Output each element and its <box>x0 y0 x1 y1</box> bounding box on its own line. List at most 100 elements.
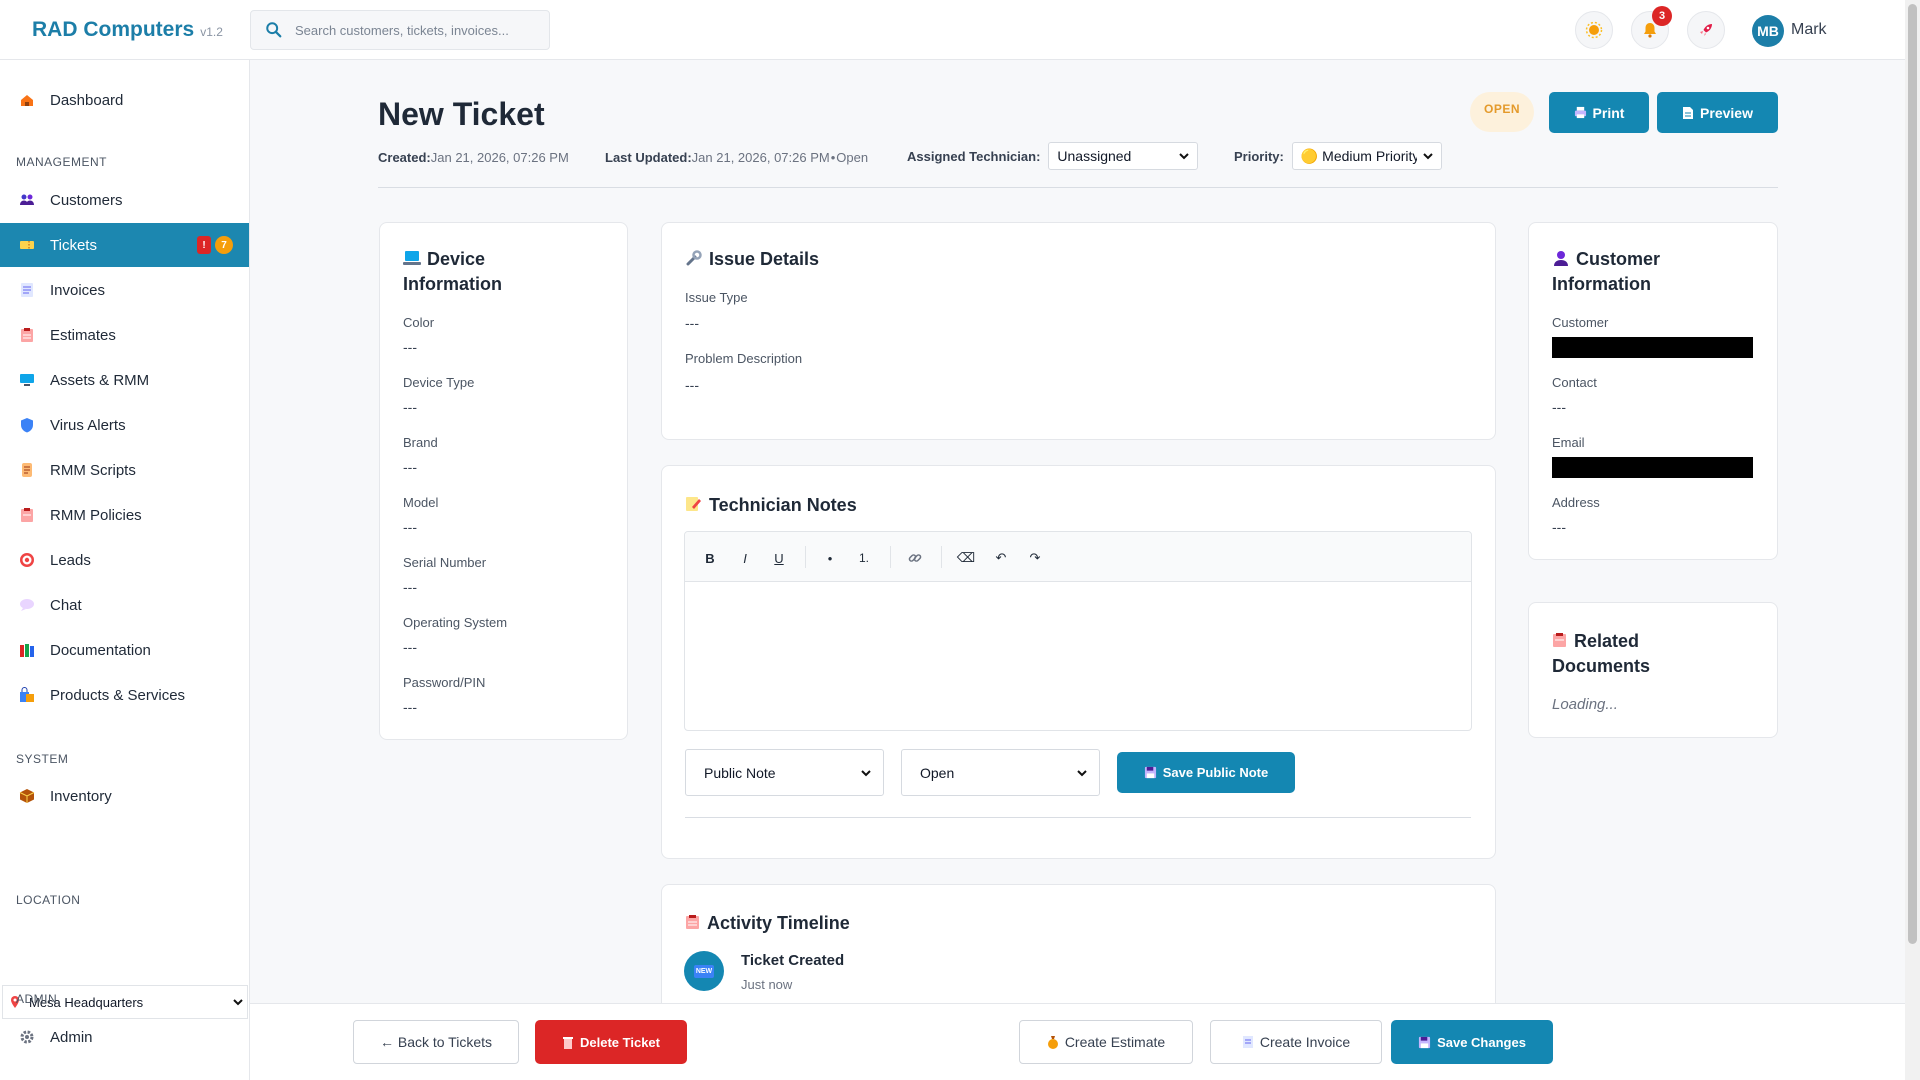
page-scrollbar[interactable] <box>1905 0 1920 1080</box>
chevron-down-icon <box>861 769 871 776</box>
sidebar-item-leads[interactable]: Leads <box>0 538 249 582</box>
chevron-down-icon <box>233 999 243 1006</box>
box-icon <box>18 787 36 805</box>
printer-icon <box>1574 106 1586 119</box>
app-logo[interactable]: RAD Computers v1.2 <box>32 18 223 42</box>
preview-button[interactable]: Preview <box>1657 92 1778 133</box>
email-label: Email <box>1552 435 1585 450</box>
technician-label: Assigned Technician: <box>907 148 1041 164</box>
underline-button[interactable]: U <box>768 547 790 569</box>
sidebar-item-label: Dashboard <box>50 91 124 109</box>
sidebar-item-tickets[interactable]: Tickets ! 7 <box>0 223 249 267</box>
memo-icon <box>686 497 701 511</box>
sidebar-item-chat[interactable]: Chat <box>0 583 249 627</box>
invoice-icon <box>18 281 36 299</box>
sidebar-item-rmm-scripts[interactable]: RMM Scripts <box>0 448 249 492</box>
floppy-disk-icon <box>1418 1036 1431 1048</box>
app-name: RAD Computers <box>32 18 195 41</box>
sidebar-item-label: Virus Alerts <box>50 416 126 434</box>
scroll-icon <box>18 461 36 479</box>
sidebar-item-dashboard[interactable]: Dashboard <box>0 78 249 122</box>
field-label-serial-number: Serial Number <box>403 555 487 570</box>
contact-label: Contact <box>1552 375 1597 390</box>
status-badge: OPEN <box>1470 92 1534 132</box>
sidebar-item-admin[interactable]: Admin <box>0 1015 249 1059</box>
app-version: v1.2 <box>200 25 223 39</box>
top-bar: RAD Computers v1.2 3 MB Mark <box>0 0 1905 60</box>
create-invoice-button[interactable]: Create Invoice <box>1210 1020 1382 1064</box>
sidebar-item-customers[interactable]: Customers <box>0 178 249 222</box>
event-title: Ticket Created <box>741 952 845 969</box>
clipboard-icon <box>1553 633 1566 647</box>
sidebar-item-label: Assets & RMM <box>50 371 150 389</box>
preview-label: Preview <box>1700 104 1753 121</box>
sidebar-item-label: Estimates <box>50 326 116 344</box>
sidebar-item-label: Documentation <box>50 641 151 659</box>
priority-select[interactable]: 🟡 Medium Priority <box>1291 142 1442 170</box>
avatar[interactable]: MB <box>1752 15 1784 47</box>
sidebar-item-label: Leads <box>50 551 91 569</box>
device-info-card: Device Information Color --- Device Type … <box>379 222 628 740</box>
customer-value-redacted <box>1552 337 1753 358</box>
field-value-device-type: --- <box>403 399 417 415</box>
scrollbar-thumb[interactable] <box>1908 4 1917 944</box>
ticket-icon <box>18 236 36 254</box>
ticket-count-badge: 7 <box>215 236 233 254</box>
sidebar-item-estimates[interactable]: Estimates <box>0 313 249 357</box>
floppy-disk-icon <box>1144 766 1156 779</box>
create-estimate-button[interactable]: Create Estimate <box>1019 1020 1193 1064</box>
create-estimate-label: Create Estimate <box>1064 1034 1166 1050</box>
bold-button[interactable]: B <box>699 547 721 569</box>
back-to-tickets-label: ← Back to Tickets <box>379 1034 493 1050</box>
wrench-icon <box>686 250 702 266</box>
note-status-select[interactable]: Open <box>901 749 1100 796</box>
sidebar-item-inventory[interactable]: Inventory <box>0 774 249 818</box>
delete-ticket-button[interactable]: Delete Ticket <box>535 1020 687 1064</box>
clipboard-icon <box>18 506 36 524</box>
save-changes-button[interactable]: Save Changes <box>1391 1020 1553 1064</box>
chevron-down-icon <box>1179 153 1190 160</box>
theme-toggle-button[interactable] <box>1575 11 1613 49</box>
link-button[interactable] <box>904 547 926 569</box>
sidebar-item-label: RMM Scripts <box>50 461 136 479</box>
sidebar-item-rmm-policies[interactable]: RMM Policies <box>0 493 249 537</box>
notifications-button[interactable]: 3 <box>1631 6 1672 49</box>
page-title: New Ticket <box>378 96 545 132</box>
created-meta: Created:Jan 21, 2026, 07:26 PM <box>378 150 569 165</box>
bullet-list-button[interactable]: • <box>819 547 841 569</box>
sidebar-item-documentation[interactable]: Documentation <box>0 628 249 672</box>
section-heading-system: SYSTEM <box>16 752 69 766</box>
sidebar-item-assets-rmm[interactable]: Assets & RMM <box>0 358 249 402</box>
quick-launch-button[interactable] <box>1687 11 1725 49</box>
numbered-list-button[interactable]: 1. <box>853 547 875 569</box>
clipboard-icon <box>18 326 36 344</box>
sidebar-item-invoices[interactable]: Invoices <box>0 268 249 312</box>
save-public-note-button[interactable]: Save Public Note <box>1117 752 1295 793</box>
back-to-tickets-button[interactable]: ← Back to Tickets <box>353 1020 519 1064</box>
sidebar-item-products-services[interactable]: Products & Services <box>0 673 249 717</box>
undo-button[interactable]: ↶ <box>990 547 1012 569</box>
redo-button[interactable]: ↷ <box>1024 547 1046 569</box>
field-value-password-pin: --- <box>403 699 417 715</box>
monitor-icon <box>18 371 36 389</box>
sidebar-item-virus-alerts[interactable]: Virus Alerts <box>0 403 249 447</box>
activity-timeline-title: Activity Timeline <box>685 911 850 936</box>
priority-value: 🟡 Medium Priority <box>1300 147 1417 164</box>
technician-select[interactable]: Unassigned <box>1048 142 1199 170</box>
created-value: Jan 21, 2026, 07:26 PM <box>430 150 569 165</box>
print-button[interactable]: Print <box>1549 92 1649 133</box>
clear-format-button[interactable]: ⌫ <box>955 547 977 569</box>
user-name[interactable]: Mark <box>1791 21 1827 39</box>
sidebar-item-label: RMM Policies <box>50 506 142 524</box>
note-text-area[interactable] <box>685 582 1471 730</box>
sidebar-item-label: Tickets <box>50 236 97 254</box>
new-badge-icon: NEW <box>693 964 715 978</box>
updated-label: Last Updated: <box>605 150 692 165</box>
event-icon: NEW <box>684 951 724 991</box>
note-type-select[interactable]: Public Note <box>685 749 884 796</box>
issue-type-label: Issue Type <box>685 290 748 305</box>
italic-button[interactable]: I <box>734 547 756 569</box>
issue-type-value: --- <box>685 315 699 331</box>
search-input[interactable] <box>295 19 543 41</box>
money-bag-icon <box>1047 1036 1058 1049</box>
